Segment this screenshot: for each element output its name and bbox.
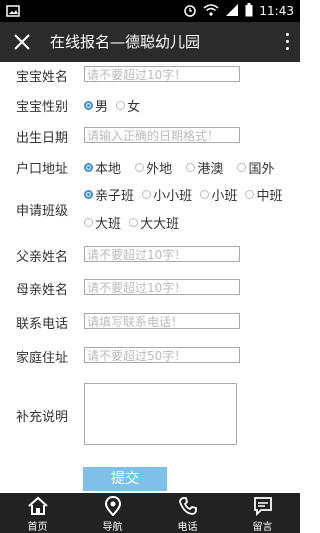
class-option-middle[interactable]: 中班 (245, 185, 282, 204)
radio-icon (135, 163, 145, 172)
baby-name-field[interactable]: 请不要超过10字！ (84, 66, 240, 82)
tab-home[interactable]: 首页 (0, 493, 75, 533)
class-option-parent-child[interactable]: 亲子班 (84, 185, 134, 204)
gender-option-female[interactable]: 女 (116, 96, 140, 115)
father-name-label: 父亲姓名 (16, 250, 69, 265)
phone-icon (178, 497, 197, 515)
tab-navigation-label: 导航 (102, 522, 123, 533)
radio-icon (129, 218, 139, 227)
gender-option-male[interactable]: 男 (84, 96, 108, 115)
phone-field[interactable]: 请填写联系电话！ (84, 313, 240, 329)
birth-date-field[interactable]: 请输入正确的日期格式！ (84, 127, 240, 143)
tab-phone[interactable]: 电话 (150, 493, 225, 533)
phone-label: 联系电话 (16, 317, 69, 332)
class-option-senior-plus[interactable]: 大大班 (129, 213, 179, 232)
radio-selected-icon (84, 163, 93, 172)
app-bar: 在线报名—德聪幼儿园 (0, 22, 300, 62)
radio-icon (245, 190, 255, 199)
notes-textarea[interactable] (84, 383, 237, 445)
radio-icon (237, 163, 247, 172)
household-label: 户口地址 (16, 162, 69, 177)
radio-icon (116, 101, 126, 110)
class-option-junior[interactable]: 小班 (200, 185, 237, 204)
address-label: 家庭住址 (16, 351, 69, 366)
photo-notification-icon (6, 3, 20, 22)
close-icon[interactable] (10, 30, 34, 54)
page-title: 在线报名—德聪幼儿园 (50, 33, 201, 51)
location-pin-icon (104, 496, 121, 516)
tab-phone-label: 电话 (177, 522, 198, 533)
class-option-pre-nursery[interactable]: 小小班 (142, 185, 192, 204)
address-field[interactable]: 请不要超过50字！ (84, 347, 240, 363)
radio-icon (186, 163, 196, 172)
baby-gender-options: 男 女 (84, 96, 144, 115)
household-option-nonlocal[interactable]: 外地 (135, 158, 172, 177)
class-option-senior[interactable]: 大班 (84, 213, 121, 232)
radio-icon (142, 190, 152, 199)
tab-home-label: 首页 (27, 522, 48, 533)
radio-selected-icon (84, 101, 93, 110)
radio-icon (200, 190, 210, 199)
status-bar: 11:43 (0, 0, 300, 22)
household-options: 本地 外地 港澳 国外 (84, 158, 278, 177)
tab-message[interactable]: 留言 (225, 493, 300, 533)
wifi-icon (203, 3, 219, 20)
message-icon (253, 497, 272, 516)
signal-icon (225, 3, 239, 20)
battery-icon (245, 2, 253, 20)
baby-gender-label: 宝宝性别 (16, 100, 69, 115)
mother-name-label: 母亲姓名 (16, 283, 69, 298)
tab-message-label: 留言 (252, 522, 273, 533)
notes-label: 补充说明 (16, 410, 69, 425)
alarm-icon (183, 3, 197, 20)
household-option-local[interactable]: 本地 (84, 158, 121, 177)
bottom-tab-bar: 首页 导航 电话 留言 (0, 493, 300, 533)
class-options-row-2: 大班 大大班 (84, 213, 183, 232)
mother-name-field[interactable]: 请不要超过10字！ (84, 279, 240, 295)
class-label: 申请班级 (16, 204, 69, 219)
more-options-icon[interactable] (284, 31, 290, 53)
tab-navigation[interactable]: 导航 (75, 493, 150, 533)
father-name-field[interactable]: 请不要超过10字！ (84, 246, 240, 262)
status-time: 11:43 (259, 4, 294, 18)
radio-selected-icon (84, 190, 93, 199)
radio-icon (84, 218, 93, 227)
birth-date-label: 出生日期 (16, 131, 69, 146)
baby-name-label: 宝宝姓名 (16, 70, 69, 85)
household-option-hk-macau[interactable]: 港澳 (186, 158, 223, 177)
household-option-abroad[interactable]: 国外 (237, 158, 274, 177)
home-icon (27, 496, 48, 515)
class-options-row-1: 亲子班 小小班 小班 中班 (84, 185, 286, 204)
submit-button[interactable]: 提交 (83, 467, 167, 491)
